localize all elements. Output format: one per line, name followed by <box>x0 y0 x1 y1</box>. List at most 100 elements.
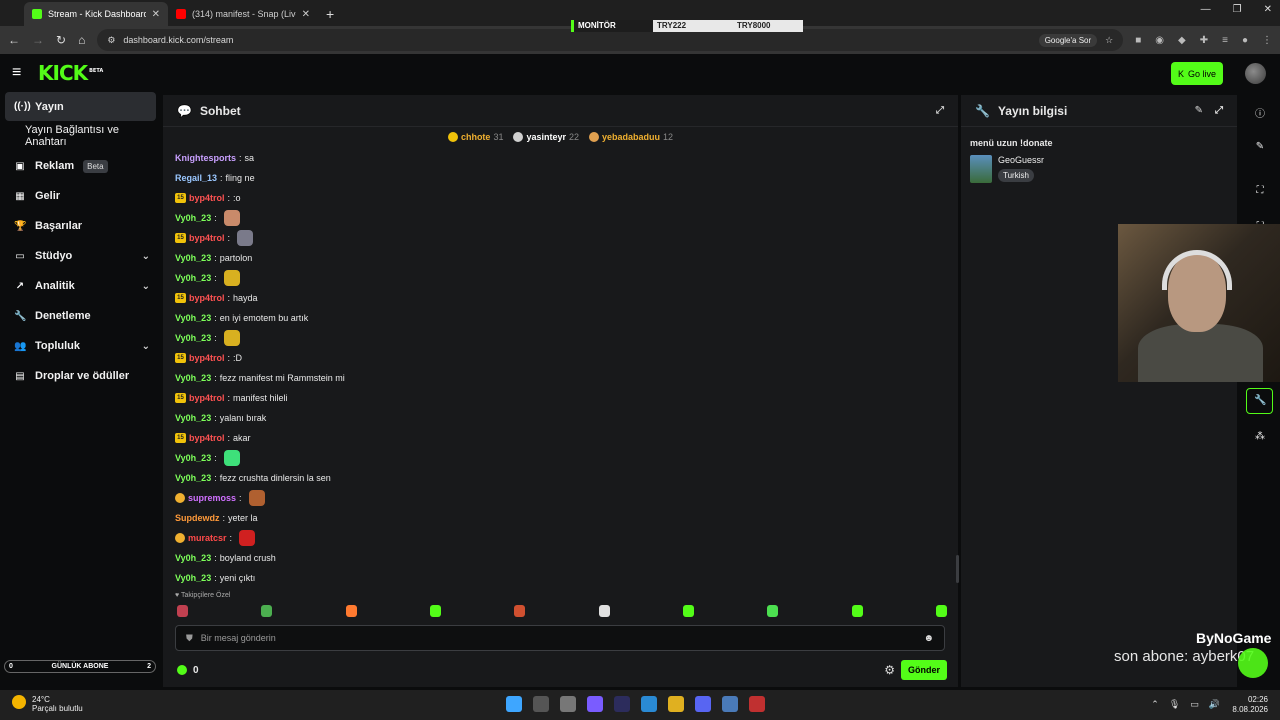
send-button[interactable]: Gönder <box>900 660 947 680</box>
chat-username[interactable]: Regail_13 <box>175 173 217 183</box>
popout-icon[interactable]: ⤢ <box>936 105 944 116</box>
tab-youtube[interactable]: (314) manifest - Snap (Live Perf ✕ <box>168 2 318 26</box>
go-live-button[interactable]: K Go live <box>1171 62 1223 85</box>
chat-username[interactable]: supremoss <box>188 493 236 503</box>
app-icon[interactable] <box>722 696 738 712</box>
shield-icon[interactable]: ◆ <box>1178 35 1186 46</box>
chat-username[interactable]: Vy0h_23 <box>175 253 211 263</box>
profile-icon[interactable]: ● <box>1242 35 1248 46</box>
photoshop-icon[interactable] <box>614 696 630 712</box>
clock[interactable]: 02:26 8.08.2026 <box>1232 695 1268 715</box>
sidebar-item-topluluk[interactable]: 👥 Topluluk ⌄ <box>0 331 162 361</box>
start-icon[interactable] <box>506 696 522 712</box>
sidebar-item-reklam[interactable]: ▣ Reklam Beta <box>0 151 162 181</box>
more-icon[interactable]: ⋮ <box>1262 35 1272 46</box>
mic-icon[interactable]: 🎙 <box>1169 699 1180 710</box>
hamburger-icon[interactable]: ≡ <box>12 64 38 82</box>
sidebar-item-analitik[interactable]: ↗ Analitik ⌄ <box>0 271 162 301</box>
sidebar-item-denetleme[interactable]: 🔧 Denetleme <box>0 301 162 331</box>
site-settings-icon[interactable]: ⚙ <box>107 35 115 46</box>
emote-shortcut-icon[interactable] <box>429 605 441 617</box>
chat-username[interactable]: byp4trol <box>189 193 225 203</box>
emote-shortcut-icon[interactable] <box>682 605 694 617</box>
chat-username[interactable]: Supdewdz <box>175 513 220 523</box>
google-ask-button[interactable]: Google'a Sor <box>1038 33 1098 47</box>
discord-icon[interactable] <box>695 696 711 712</box>
search-icon[interactable] <box>533 696 549 712</box>
chat-username[interactable]: byp4trol <box>189 233 225 243</box>
minimize-icon[interactable]: — <box>1201 4 1211 15</box>
chat-scrollbar[interactable] <box>956 555 959 583</box>
extension-icon[interactable]: ◉ <box>1155 35 1164 46</box>
bookmark-star-icon[interactable]: ☆ <box>1105 35 1113 46</box>
pencil-icon[interactable]: ✎ <box>1254 141 1266 153</box>
emote-shortcut-icon[interactable] <box>851 605 863 617</box>
gifter[interactable]: chhote 31 <box>447 132 503 142</box>
extension-icon[interactable]: ■ <box>1135 35 1141 46</box>
network-icon[interactable]: ▭ <box>1190 699 1199 710</box>
gifter[interactable]: yasinteyr 22 <box>513 132 579 142</box>
sidebar-item-yayin[interactable]: ((·)) Yayın <box>5 92 156 121</box>
close-tab-icon[interactable]: ✕ <box>302 9 310 20</box>
weather-widget[interactable]: 24°C Parçalı bulutlu <box>12 695 83 713</box>
chat-username[interactable]: Vy0h_23 <box>175 333 211 343</box>
chat-username[interactable]: byp4trol <box>189 353 225 363</box>
tab-kick-dashboard[interactable]: Stream - Kick Dashboard ✕ <box>24 2 168 26</box>
sidebar-item-droplar[interactable]: ▤ Droplar ve ödüller <box>0 361 162 391</box>
kick-logo[interactable]: KICK BETA <box>38 61 103 85</box>
copilot-icon[interactable] <box>587 696 603 712</box>
edge-icon[interactable] <box>641 696 657 712</box>
sidebar-item-studyo[interactable]: ▭ Stüdyo ⌄ <box>0 241 162 271</box>
close-tab-icon[interactable]: ✕ <box>152 9 160 20</box>
chat-username[interactable]: Vy0h_23 <box>175 473 211 483</box>
new-tab-button[interactable]: + <box>318 6 342 26</box>
puzzle-icon[interactable]: ✚ <box>1200 35 1208 46</box>
url-field[interactable]: ⚙ dashboard.kick.com/stream Google'a Sor… <box>97 29 1124 51</box>
emote-shortcut-icon[interactable] <box>598 605 610 617</box>
chat-username[interactable]: Vy0h_23 <box>175 273 211 283</box>
back-icon[interactable]: ← <box>8 33 20 47</box>
emote-shortcut-icon[interactable] <box>514 605 526 617</box>
edit-icon[interactable]: ✎ <box>1195 105 1203 116</box>
emoji-icon[interactable]: ☻ <box>923 633 934 644</box>
chat-username[interactable]: muratcsr <box>188 533 227 543</box>
emote-shortcut-icon[interactable] <box>767 605 779 617</box>
emote-shortcut-icon[interactable] <box>177 605 188 617</box>
chrome-icon[interactable] <box>668 696 684 712</box>
forward-icon[interactable]: → <box>32 33 44 47</box>
maximize-icon[interactable]: ❐ <box>1233 4 1242 15</box>
emote-shortcut-icon[interactable] <box>935 605 947 617</box>
chat-username[interactable]: Vy0h_23 <box>175 573 211 583</box>
chat-username[interactable]: Vy0h_23 <box>175 413 211 423</box>
chat-username[interactable]: Vy0h_23 <box>175 213 211 223</box>
chat-username[interactable]: byp4trol <box>189 433 225 443</box>
chat-username[interactable]: Vy0h_23 <box>175 313 211 323</box>
task-view-icon[interactable] <box>560 696 576 712</box>
community-icon[interactable]: ⁂ <box>1254 431 1266 443</box>
gear-icon[interactable]: ⚙ <box>884 663 895 677</box>
chevron-up-icon[interactable]: ⌃ <box>1151 699 1159 710</box>
volume-icon[interactable]: 🔊 <box>1209 699 1220 710</box>
chat-username[interactable]: byp4trol <box>189 393 225 403</box>
home-icon[interactable]: ⌂ <box>78 33 85 47</box>
popout-icon[interactable]: ⤢ <box>1215 105 1223 116</box>
app-icon[interactable] <box>749 696 765 712</box>
chat-username[interactable]: Vy0h_23 <box>175 373 211 383</box>
menu-icon[interactable]: ≡ <box>1222 35 1228 46</box>
chat-input[interactable]: ⛊ Bir mesaj gönderin ☻ <box>175 625 945 651</box>
reload-icon[interactable]: ↻ <box>56 33 66 47</box>
chat-username[interactable]: Vy0h_23 <box>175 553 211 563</box>
chat-username[interactable]: byp4trol <box>189 293 225 303</box>
chat-username[interactable]: Knightesports <box>175 153 236 163</box>
close-window-icon[interactable]: ✕ <box>1264 4 1272 15</box>
emote-shortcut-icon[interactable] <box>345 605 357 617</box>
gifter[interactable]: yebadabaduu 12 <box>589 132 673 142</box>
avatar[interactable] <box>1245 63 1266 84</box>
emote-shortcut-icon[interactable] <box>261 605 273 617</box>
chat-username[interactable]: Vy0h_23 <box>175 453 211 463</box>
sidebar-item-stream-key[interactable]: Yayın Bağlantısı ve Anahtarı <box>0 121 162 151</box>
info-icon[interactable]: ⓘ <box>1254 105 1266 120</box>
sidebar-item-gelir[interactable]: ▦ Gelir <box>0 181 162 211</box>
sidebar-item-basarilar[interactable]: 🏆 Başarılar <box>0 211 162 241</box>
expand-icon[interactable]: ⛶ <box>1254 185 1266 197</box>
